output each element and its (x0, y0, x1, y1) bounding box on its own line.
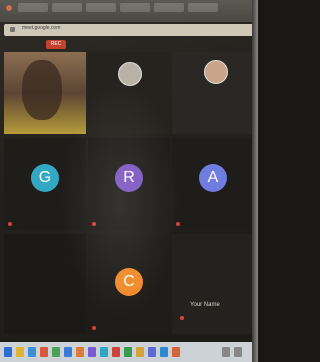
video-tile-empty (4, 234, 86, 334)
browser-tab[interactable] (52, 3, 82, 12)
taskbar-app-icon[interactable] (16, 347, 24, 357)
taskbar-app-icon[interactable] (148, 347, 156, 357)
window-control-icon[interactable] (6, 5, 12, 11)
video-tile[interactable]: R (88, 138, 170, 230)
mic-muted-icon (8, 222, 12, 226)
browser-tab[interactable] (86, 3, 116, 12)
mic-muted-icon (92, 222, 96, 226)
participant-avatar: C (115, 268, 143, 296)
taskbar-app-icon[interactable] (100, 347, 108, 357)
participant-avatar: A (199, 164, 227, 192)
taskbar-app-icon[interactable] (28, 347, 36, 357)
video-tile[interactable] (172, 52, 254, 134)
taskbar-app-icon[interactable] (172, 347, 180, 357)
mic-muted-icon (176, 222, 180, 226)
tray-icon[interactable] (234, 347, 242, 357)
participant-photo-avatar (204, 60, 228, 84)
browser-tab[interactable] (120, 3, 150, 12)
participant-video (22, 60, 62, 120)
video-tile[interactable] (88, 52, 170, 134)
taskbar-app-icon[interactable] (40, 347, 48, 357)
start-icon[interactable] (4, 347, 12, 357)
taskbar-app-icon[interactable] (160, 347, 168, 357)
meeting-video-grid: G R A C Your Name (4, 52, 254, 342)
taskbar-app-icon[interactable] (136, 347, 144, 357)
participant-avatar: G (31, 164, 59, 192)
taskbar-app-icon[interactable] (88, 347, 96, 357)
video-tile[interactable]: A (172, 138, 254, 230)
video-tile[interactable]: G (4, 138, 86, 230)
browser-tab-bar (0, 0, 258, 22)
participant-photo-avatar (118, 62, 142, 86)
url-text: meet.google.com (22, 25, 61, 31)
monitor-screen: meet.google.com REC G R A C Your Name (0, 0, 258, 362)
lock-icon (10, 27, 15, 32)
taskbar-app-icon[interactable] (64, 347, 72, 357)
mic-muted-icon (92, 326, 96, 330)
taskbar-app-icon[interactable] (52, 347, 60, 357)
taskbar-app-icon[interactable] (76, 347, 84, 357)
browser-tab[interactable] (188, 3, 218, 12)
address-bar[interactable]: meet.google.com (4, 24, 254, 36)
recording-badge: REC (46, 40, 66, 49)
taskbar-app-icon[interactable] (124, 347, 132, 357)
video-tile[interactable]: C (88, 234, 170, 334)
browser-tab[interactable] (18, 3, 48, 12)
os-taskbar (0, 342, 258, 362)
video-tile[interactable] (4, 52, 86, 134)
monitor-bezel (252, 0, 258, 362)
tray-icon[interactable] (222, 347, 230, 357)
browser-tab[interactable] (154, 3, 184, 12)
video-tile-self[interactable]: Your Name (172, 234, 254, 334)
participant-avatar: R (115, 164, 143, 192)
taskbar-app-icon[interactable] (112, 347, 120, 357)
mic-muted-icon (180, 316, 184, 320)
self-name: Your Name (190, 302, 220, 308)
